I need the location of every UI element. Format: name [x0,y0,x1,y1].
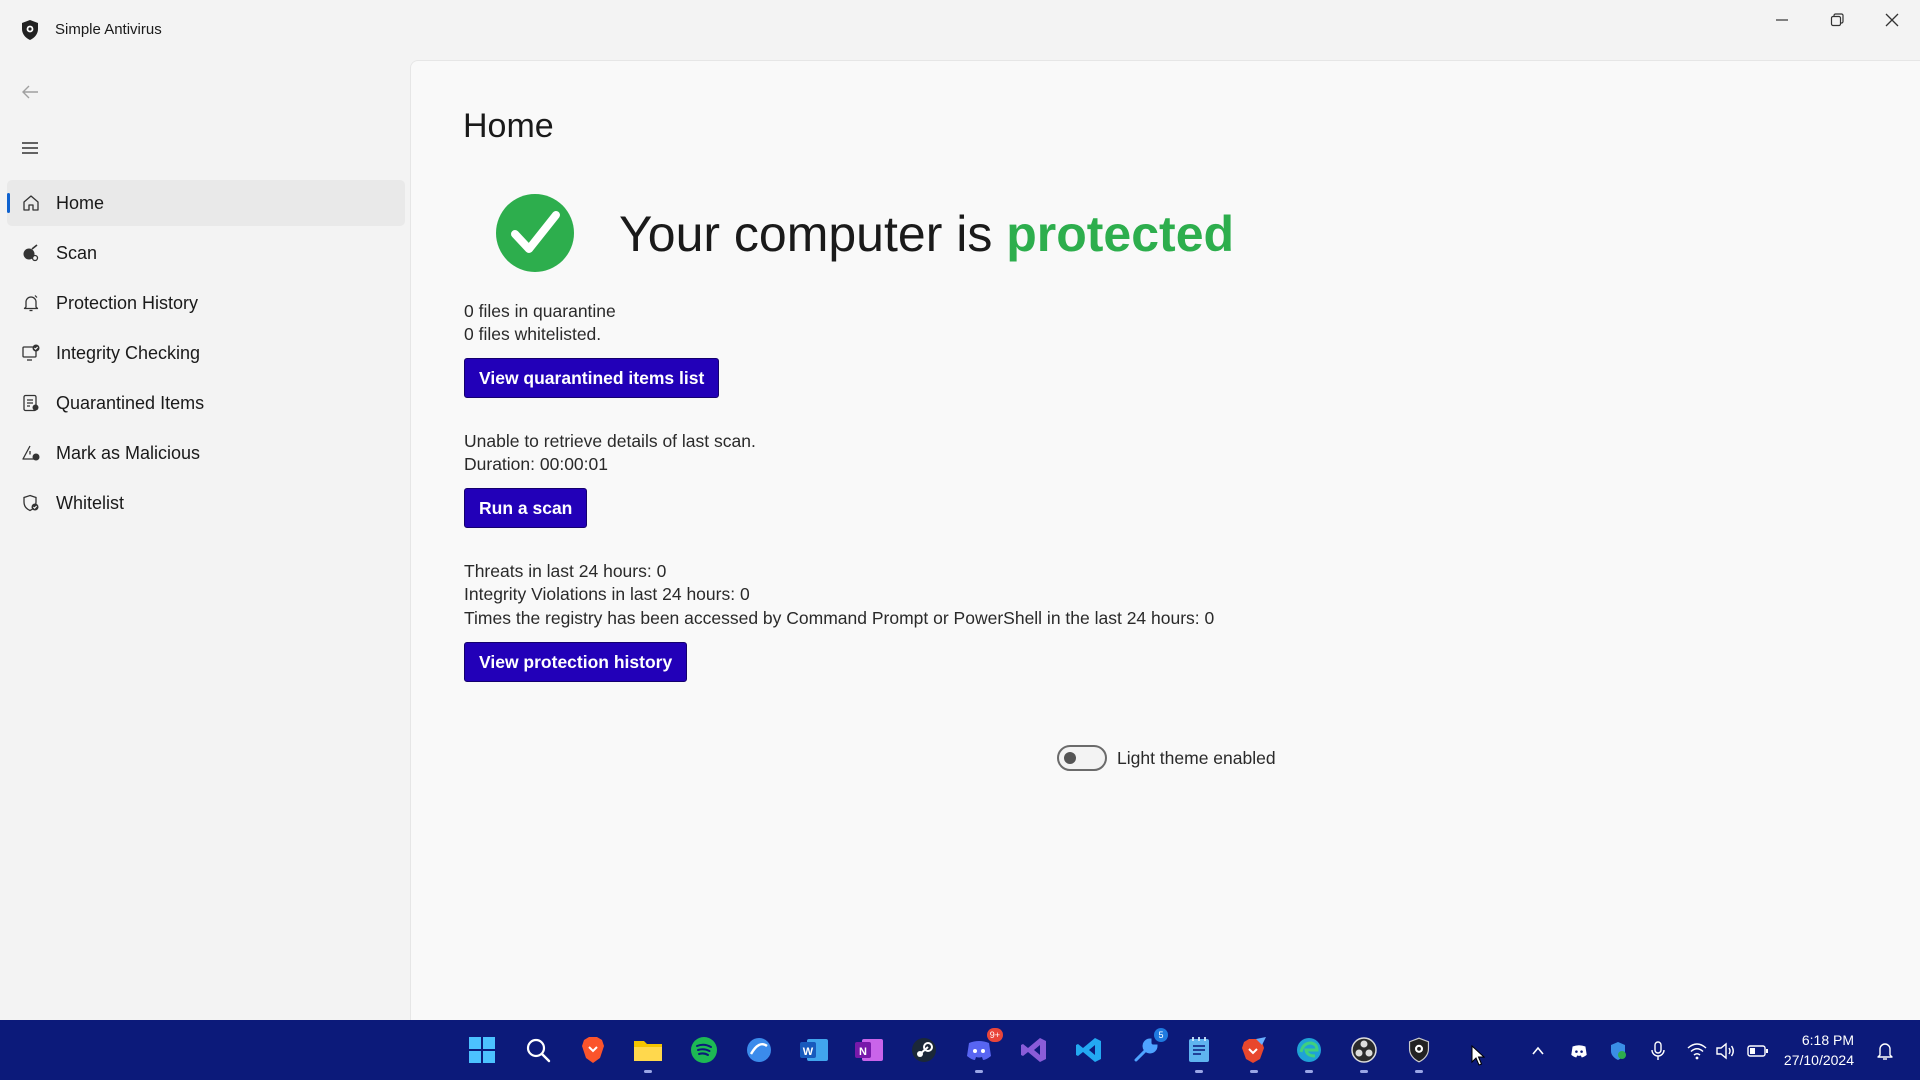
title-bar: Simple Antivirus [0,0,1920,60]
spotify-icon[interactable] [688,1034,720,1066]
protection-status: Your computer is protected [619,205,1234,263]
close-icon [1885,13,1899,27]
view-protection-history-button[interactable]: View protection history [464,642,688,682]
sidebar: Home Scan Protection History Integrity C… [0,60,410,1020]
last-scan-details: Unable to retrieve details of last scan. [464,431,756,451]
restore-icon [1830,13,1844,27]
running-indicator [975,1070,983,1073]
chevron-up-icon[interactable] [1527,1040,1549,1062]
main-content: Home Your computer is protected 0 files … [410,60,1920,1020]
quarantine-count: 0 files in quarantine [464,301,616,321]
scan-icon [23,244,39,262]
scan-duration: Duration: 00:00:01 [464,454,608,474]
running-indicator [1250,1070,1258,1073]
page-title: Home [463,107,554,145]
threats-count: Threats in last 24 hours: 0 [464,561,667,581]
hamburger-menu-button[interactable] [16,134,44,162]
visual-studio-icon[interactable] [1018,1034,1050,1066]
word-icon[interactable]: W [798,1034,830,1066]
home-icon [23,195,39,211]
view-quarantined-items-button[interactable]: View quarantined items list [464,358,720,398]
sidebar-item-integrity-checking[interactable]: Integrity Checking [7,330,405,376]
registry-access-count: Times the registry has been accessed by … [464,608,1215,628]
running-indicator [1305,1070,1313,1073]
mouse-cursor-icon [1471,1045,1485,1066]
sidebar-item-quarantined-items[interactable]: Quarantined Items [7,380,405,426]
wifi-icon[interactable] [1686,1040,1708,1062]
clock-time: 6:18 PM [1801,1032,1854,1048]
svg-text:N: N [859,1046,867,1058]
battery-icon[interactable] [1747,1040,1769,1062]
back-arrow-icon [22,85,38,99]
sidebar-item-label: Whitelist [56,493,125,513]
theme-toggle[interactable] [1057,745,1107,771]
minimize-icon [1776,19,1788,21]
sidebar-item-whitelist[interactable]: Whitelist [7,480,405,526]
toggle-knob [1064,752,1076,764]
run-scan-button[interactable]: Run a scan [464,488,588,528]
clock-date: 27/10/2024 [1783,1052,1854,1068]
sidebar-item-label: Integrity Checking [56,343,201,363]
sidebar-item-home[interactable]: Home [7,180,405,226]
svg-text:W: W [803,1046,814,1058]
bell-icon [23,295,39,312]
notepad-icon[interactable] [1183,1034,1215,1066]
shield-check-icon [23,494,39,512]
windows-start-icon[interactable] [466,1034,498,1066]
microphone-icon[interactable] [1647,1040,1669,1062]
monitor-check-icon [22,344,40,361]
running-indicator [1195,1070,1203,1073]
simple-antivirus-icon[interactable] [1403,1034,1435,1066]
sidebar-item-protection-history[interactable]: Protection History [7,280,405,326]
sidebar-item-label: Home [56,193,105,213]
onenote-icon[interactable]: N [853,1034,885,1066]
browser-icon[interactable] [743,1034,775,1066]
steam-icon[interactable] [908,1034,940,1066]
notification-bell-icon[interactable] [1874,1040,1896,1062]
integrity-violations-count: Integrity Violations in last 24 hours: 0 [464,584,750,604]
discord-tray-icon[interactable] [1568,1040,1590,1062]
status-prefix: Your computer is [619,206,1007,262]
navigation-list: Home Scan Protection History Integrity C… [7,180,405,530]
taskbar: W N 9+ 5 6:18 PM 27/10/2024 [0,1020,1920,1080]
document-list-icon [23,394,39,412]
running-indicator [1415,1070,1423,1073]
app-shield-icon [22,20,38,40]
sidebar-item-label: Scan [56,243,98,263]
window-title: Simple Antivirus [55,21,162,38]
close-button[interactable] [1864,0,1920,40]
discord-icon[interactable]: 9+ [963,1028,1003,1066]
volume-icon[interactable] [1714,1040,1736,1062]
sidebar-item-mark-as-malicious[interactable]: Mark as Malicious [7,430,405,476]
sidebar-item-label: Protection History [56,293,199,313]
security-shield-tray-icon[interactable] [1607,1040,1629,1062]
theme-toggle-label: Light theme enabled [1117,748,1276,768]
running-indicator [1360,1070,1368,1073]
minimize-button[interactable] [1754,0,1810,40]
obs-icon[interactable] [1348,1034,1380,1066]
system-clock[interactable]: 6:18 PM 27/10/2024 [1784,1030,1854,1070]
tools-icon[interactable]: 5 [1130,1028,1168,1066]
tools-notification-badge: 5 [1154,1028,1168,1042]
sidebar-item-label: Mark as Malicious [56,443,201,463]
check-circle-icon [496,194,574,272]
warning-icon [22,445,40,461]
back-button[interactable] [16,80,44,104]
brave-icon[interactable] [577,1034,609,1066]
discord-notification-badge: 9+ [986,1028,1003,1042]
search-icon[interactable] [522,1034,554,1066]
restore-button[interactable] [1809,0,1865,40]
brave-nightly-icon[interactable] [1238,1034,1270,1066]
edge-icon[interactable] [1293,1034,1325,1066]
running-indicator [644,1070,652,1073]
sidebar-item-scan[interactable]: Scan [7,230,405,276]
sidebar-item-label: Quarantined Items [56,393,205,413]
file-explorer-icon[interactable] [632,1034,664,1066]
hamburger-icon [22,142,38,154]
status-word: protected [1006,206,1235,262]
whitelist-count: 0 files whitelisted. [464,324,602,344]
vscode-icon[interactable] [1073,1034,1105,1066]
